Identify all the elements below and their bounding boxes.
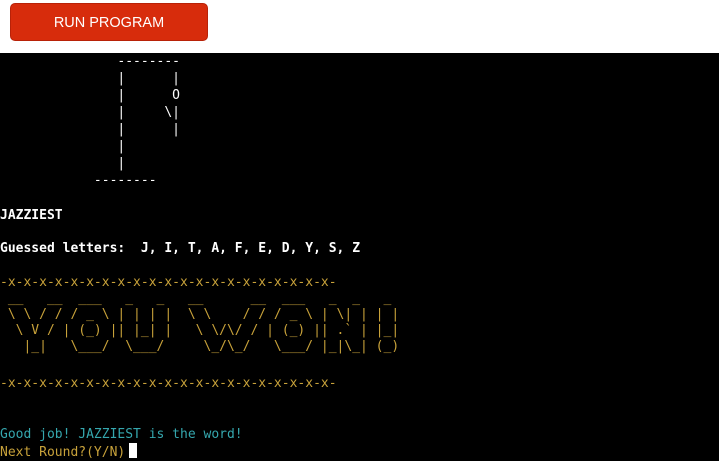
terminal-output[interactable]: -------- | | | O | \| | | | | -------- J… — [0, 53, 719, 461]
hangman-gallows-art: -------- | | | O | \| | | | | -------- — [93, 54, 181, 188]
you-won-banner: __ __ ___ _ _ __ __ ___ _ _ _ \ \ / / / … — [7, 291, 400, 354]
terminal-cursor[interactable] — [129, 443, 138, 458]
next-round-prompt: Next Round?(Y/N) — [0, 443, 138, 461]
divider-top: -x-x-x-x-x-x-x-x-x-x-x-x-x-x-x-x-x-x-x-x… — [0, 275, 337, 290]
revealed-word: JAZZIEST — [0, 208, 63, 223]
prompt-text: Next Round?(Y/N) — [0, 445, 126, 460]
guessed-letters: Guessed letters: J, I, T, A, F, E, D, Y,… — [0, 241, 361, 256]
run-program-button[interactable]: RUN PROGRAM — [10, 3, 208, 41]
divider-bottom: -x-x-x-x-x-x-x-x-x-x-x-x-x-x-x-x-x-x-x-x… — [0, 376, 337, 391]
toolbar: RUN PROGRAM — [0, 0, 719, 53]
win-message: Good job! JAZZIEST is the word! — [0, 427, 243, 442]
